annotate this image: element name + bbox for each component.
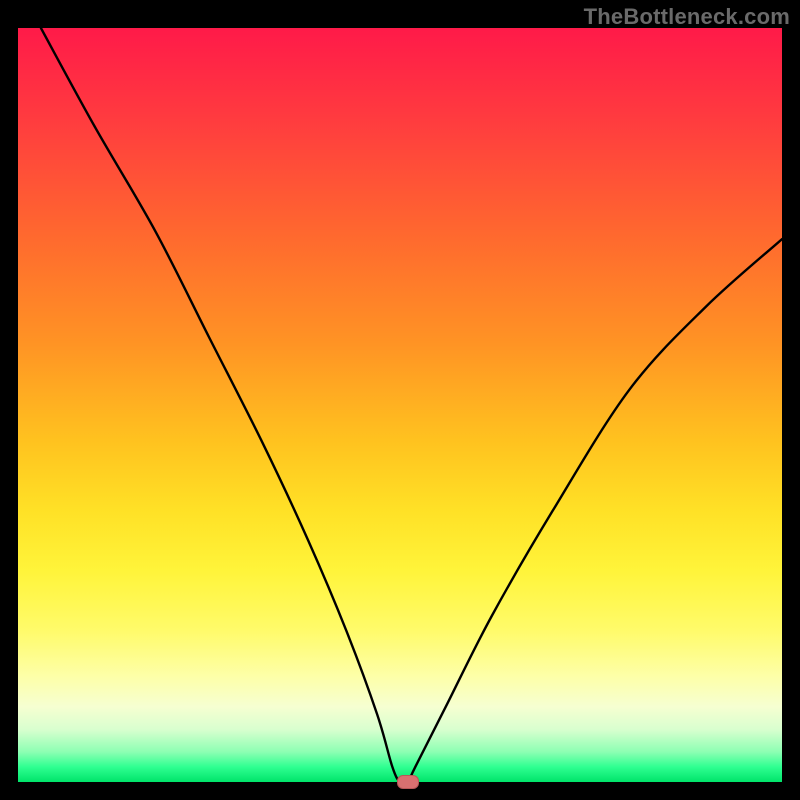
bottleneck-curve [18, 28, 782, 782]
plot-area [18, 28, 782, 782]
chart-frame: TheBottleneck.com [0, 0, 800, 800]
watermark-text: TheBottleneck.com [584, 4, 790, 30]
optimal-point-marker [397, 775, 419, 789]
